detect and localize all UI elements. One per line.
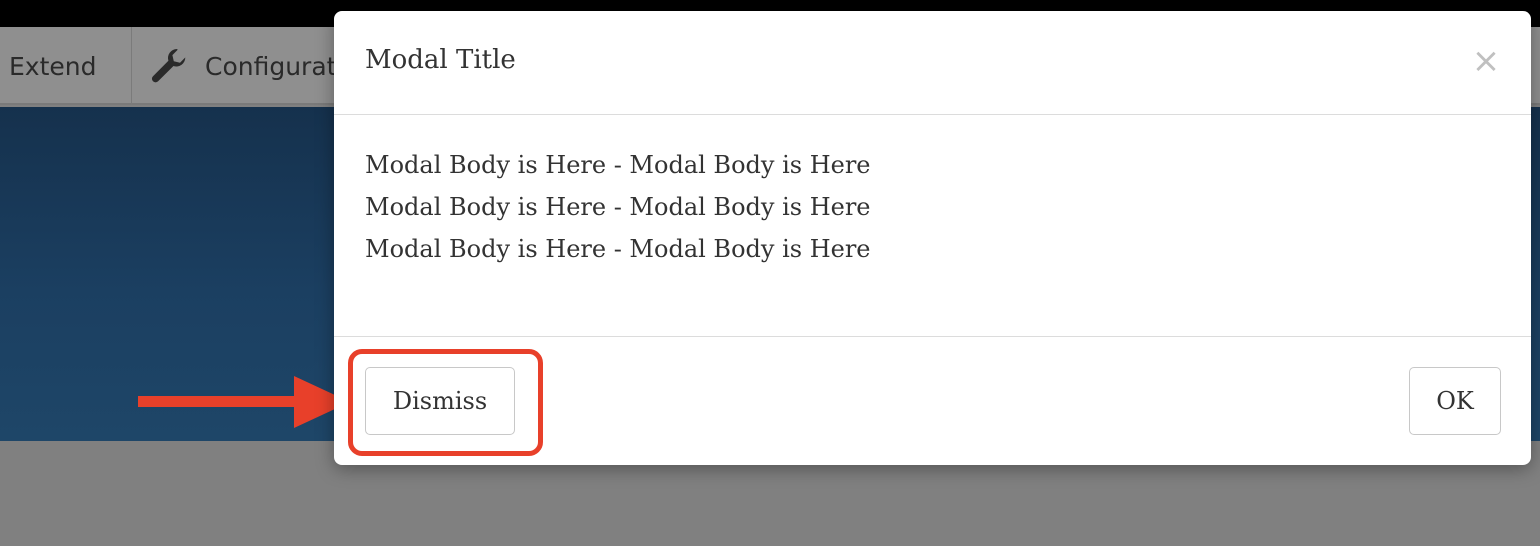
modal-body-line: Modal Body is Here - Modal Body is Here — [365, 235, 871, 263]
wrench-icon — [149, 46, 189, 86]
annotation-arrow-icon — [138, 376, 350, 428]
modal-body-line: Modal Body is Here - Modal Body is Here — [365, 193, 871, 221]
modal-title: Modal Title — [365, 45, 516, 75]
toolbar-item-label: Extend — [9, 51, 97, 81]
modal-header: Modal Title × — [334, 11, 1531, 115]
toolbar-item-extend[interactable]: Extend — [0, 27, 132, 105]
modal-footer: Dismiss OK — [334, 337, 1531, 465]
modal-body-line: Modal Body is Here - Modal Body is Here — [365, 151, 871, 179]
modal-body: Modal Body is Here - Modal Body is Here … — [334, 115, 1531, 337]
modal-dialog: Modal Title × Modal Body is Here - Modal… — [334, 11, 1531, 465]
dismiss-button[interactable]: Dismiss — [365, 367, 515, 435]
close-icon: × — [1471, 41, 1501, 81]
ok-button[interactable]: OK — [1409, 367, 1501, 435]
toolbar-item-label: Configurat — [205, 51, 337, 81]
close-button[interactable]: × — [1468, 43, 1504, 79]
